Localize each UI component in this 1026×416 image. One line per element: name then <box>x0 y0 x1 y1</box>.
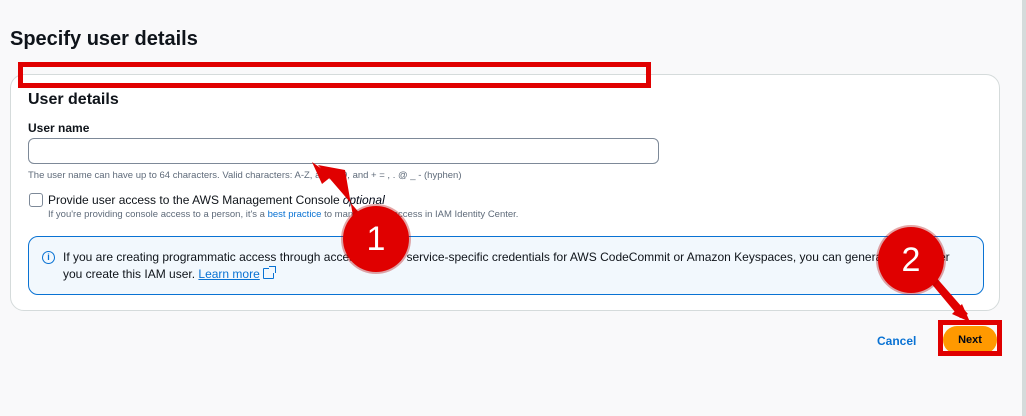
info-icon: i <box>42 251 55 264</box>
annotation-badge-2: 2 <box>878 227 944 293</box>
info-alert-text: If you are creating programmatic access … <box>63 249 968 283</box>
user-name-hint: The user name can have up to 64 characte… <box>28 170 462 181</box>
annotation-badge-1: 1 <box>343 206 409 272</box>
console-access-label[interactable]: Provide user access to the AWS Managemen… <box>48 193 385 207</box>
user-name-input[interactable] <box>28 138 659 164</box>
console-access-description: If you're providing console access to a … <box>48 209 518 220</box>
console-desc-prefix: If you're providing console access to a … <box>48 209 265 220</box>
info-alert-message: If you are creating programmatic access … <box>63 250 950 281</box>
right-scrollbar[interactable] <box>1022 0 1026 416</box>
user-name-label: User name <box>28 121 90 135</box>
next-button[interactable]: Next <box>943 326 997 354</box>
panel-title: User details <box>28 91 119 108</box>
info-alert: i If you are creating programmatic acces… <box>28 236 984 295</box>
learn-more-label: Learn more <box>198 267 260 281</box>
external-link-icon <box>262 266 276 279</box>
console-access-checkbox[interactable] <box>29 193 43 207</box>
cancel-button[interactable]: Cancel <box>872 333 921 349</box>
learn-more-link[interactable]: Learn more <box>198 266 276 281</box>
page-title: Specify user details <box>10 28 198 50</box>
user-details-panel: User details User name The user name can… <box>10 74 1000 311</box>
optional-tag: optional <box>342 193 385 207</box>
console-access-label-text: Provide user access to the AWS Managemen… <box>48 193 340 207</box>
best-practice-link[interactable]: best practice <box>268 209 322 220</box>
